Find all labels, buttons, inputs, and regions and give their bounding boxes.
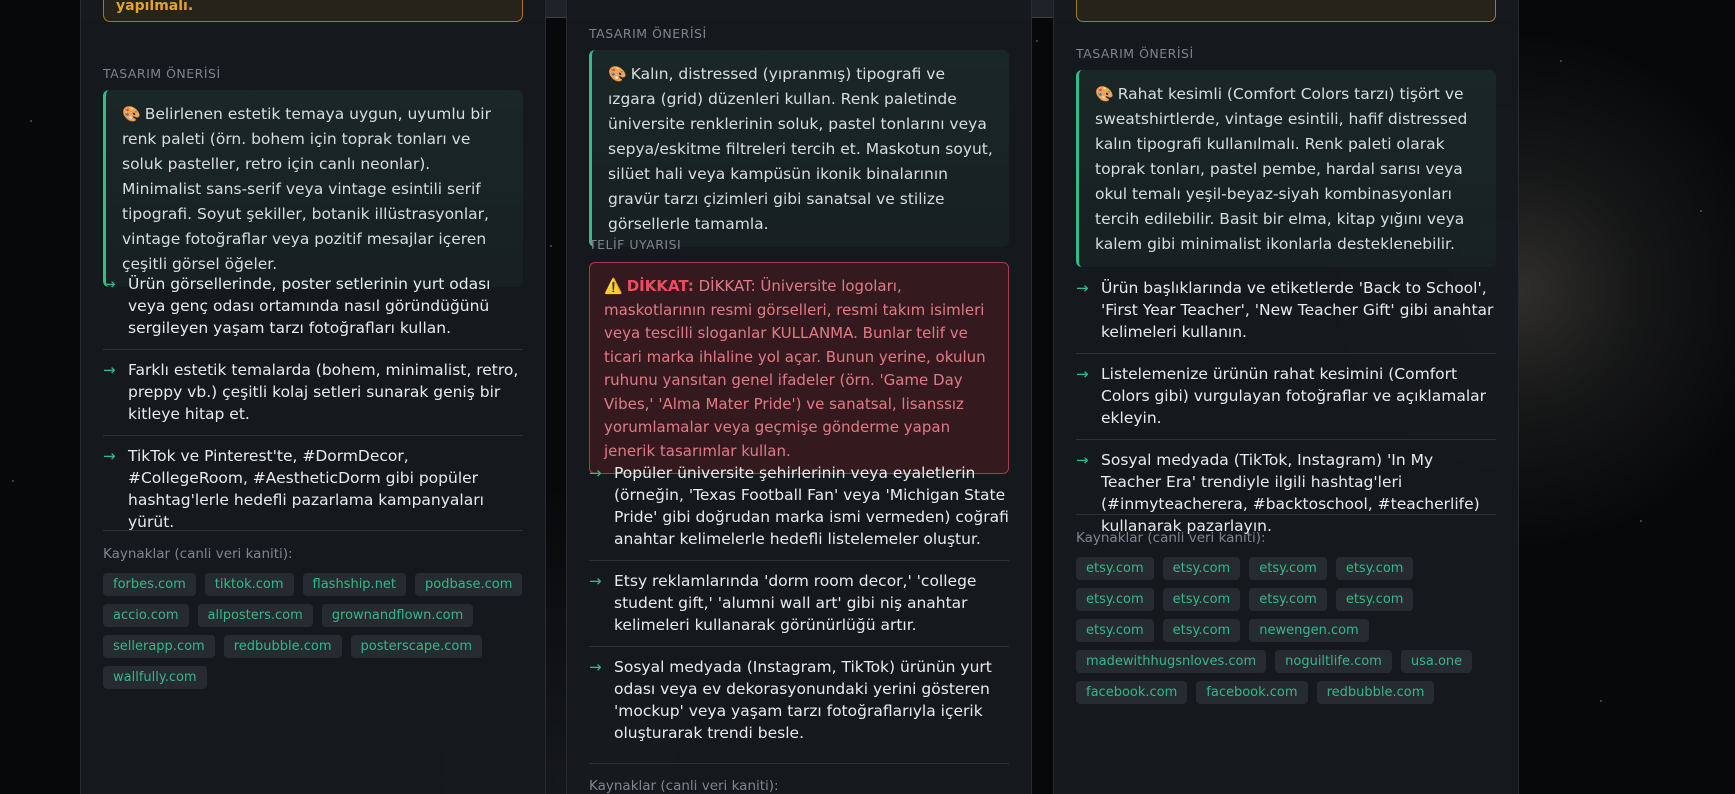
design-suggestion-box: 🎨 Rahat kesimli (Comfort Colors tarzı) ti…: [1076, 70, 1496, 267]
design-suggestion-text: Rahat kesimli (Comfort Colors tarzı) tiş…: [1095, 85, 1468, 253]
palette-icon: 🎨: [608, 65, 627, 83]
source-chip[interactable]: noguiltlife.com: [1275, 650, 1392, 673]
source-chip[interactable]: madewithhugsnloves.com: [1076, 650, 1267, 673]
strategy-list: → Popüler üniversite şehirlerinin veya ey…: [589, 453, 1009, 754]
source-chip[interactable]: redbubble.com: [1316, 681, 1435, 704]
warning-box-tail: yapılmalı.: [103, 0, 523, 22]
copyright-section-label: TELİF UYARISI: [589, 237, 682, 252]
source-chip[interactable]: etsy.com: [1335, 557, 1414, 580]
divider: [103, 530, 523, 531]
divider: [1076, 514, 1496, 515]
copyright-warning-text: DİKKAT: Üniversite logoları, maskotların…: [604, 277, 986, 460]
sources-label: Kaynaklar (canli veri kaniti):: [1076, 530, 1266, 546]
list-item: → Sosyal medyada (Instagram, TikTok) ürün…: [589, 658, 992, 742]
sources-label: Kaynaklar (canli veri kaniti):: [589, 778, 779, 794]
design-suggestion-box: 🎨 Kalın, distressed (yıpranmış) tipografi…: [589, 50, 1009, 247]
source-chip[interactable]: etsy.com: [1076, 557, 1154, 580]
arrow-right-icon: →: [589, 464, 602, 482]
source-chip[interactable]: posterscape.com: [350, 635, 482, 658]
list-item: → Ürün görsellerinde, poster setlerinin y…: [103, 264, 523, 350]
list-item: → Farklı estetik temalarda (bohem, minima…: [103, 350, 523, 436]
strategy-list: → Ürün görsellerinde, poster setlerinin y…: [103, 264, 523, 543]
source-chip[interactable]: accio.com: [103, 604, 189, 627]
list-item: → Popüler üniversite şehirlerinin veya ey…: [589, 453, 1009, 561]
divider: [589, 763, 1009, 764]
sources-label: Kaynaklar (canli veri kaniti):: [103, 546, 293, 562]
source-chip[interactable]: etsy.com: [1162, 557, 1241, 580]
arrow-right-icon: →: [103, 447, 116, 465]
source-chip[interactable]: grownandflown.com: [321, 604, 474, 627]
source-chip[interactable]: etsy.com: [1249, 588, 1327, 611]
design-section-label: TASARIM ÖNERİSİ: [589, 26, 707, 41]
source-chip[interactable]: sellerapp.com: [103, 635, 215, 658]
arrow-right-icon: →: [589, 658, 602, 676]
source-chip[interactable]: podbase.com: [415, 573, 523, 596]
arrow-right-icon: →: [1076, 365, 1089, 383]
source-chip[interactable]: etsy.com: [1162, 619, 1241, 642]
design-section-label: TASARIM ÖNERİSİ: [103, 66, 221, 81]
list-item: → Etsy reklamlarında 'dorm room decor,' '…: [589, 561, 1009, 647]
copyright-warning-box: ⚠️ DİKKAT: DİKKAT: Üniversite logoları, m…: [589, 262, 1009, 474]
list-item: → TikTok ve Pinterest'te, #DormDecor, #Co…: [103, 447, 484, 531]
palette-icon: 🎨: [122, 105, 141, 123]
warning-tail-text: yapılmalı.: [116, 0, 194, 14]
arrow-right-icon: →: [103, 361, 116, 379]
source-chip[interactable]: etsy.com: [1076, 619, 1154, 642]
list-item: → Ürün başlıklarında ve etiketlerde 'Back…: [1076, 268, 1496, 354]
source-chip[interactable]: redbubble.com: [223, 635, 342, 658]
card-column-1: yapılmalı. TASARIM ÖNERİSİ 🎨 Belirlenen e…: [80, 0, 546, 794]
warning-title: DİKKAT:: [626, 277, 694, 295]
arrow-right-icon: →: [1076, 451, 1089, 469]
design-suggestion-box: 🎨 Belirlenen estetik temaya uygun, uyumlu…: [103, 90, 523, 287]
source-chip[interactable]: etsy.com: [1076, 588, 1154, 611]
arrow-right-icon: →: [1076, 279, 1089, 297]
design-suggestion-text: Belirlenen estetik temaya uygun, uyumlu …: [122, 105, 491, 273]
source-chip[interactable]: etsy.com: [1335, 588, 1414, 611]
arrow-right-icon: →: [589, 572, 602, 590]
warning-icon: ⚠️: [604, 277, 623, 295]
source-chip[interactable]: flashship.net: [302, 573, 407, 596]
card-column-2: TASARIM ÖNERİSİ 🎨 Kalın, distressed (yıpr…: [566, 0, 1032, 794]
palette-icon: 🎨: [1095, 85, 1114, 103]
source-chip[interactable]: forbes.com: [103, 573, 196, 596]
design-section-label: TASARIM ÖNERİSİ: [1076, 46, 1194, 61]
source-chip[interactable]: usa.one: [1400, 650, 1473, 673]
source-chip[interactable]: allposters.com: [197, 604, 313, 627]
list-item: → Listelemenize ürünün rahat kesimini (Co…: [1076, 354, 1496, 440]
card-column-3: TASARIM ÖNERİSİ 🎨 Rahat kesimli (Comfort …: [1053, 0, 1519, 794]
source-chip[interactable]: facebook.com: [1196, 681, 1308, 704]
source-chip[interactable]: tiktok.com: [204, 573, 294, 596]
source-chip-list: forbes.com tiktok.com flashship.net podb…: [103, 573, 523, 689]
source-chip-list: etsy.com etsy.com etsy.com etsy.com etsy…: [1076, 557, 1496, 704]
warning-box-tail: [1076, 0, 1496, 22]
source-chip[interactable]: facebook.com: [1076, 681, 1188, 704]
arrow-right-icon: →: [103, 275, 116, 293]
strategy-list: → Ürün başlıklarında ve etiketlerde 'Back…: [1076, 268, 1496, 547]
source-chip[interactable]: newengen.com: [1249, 619, 1369, 642]
design-suggestion-text: Kalın, distressed (yıpranmış) tipografi …: [608, 65, 993, 233]
source-chip[interactable]: etsy.com: [1249, 557, 1327, 580]
source-chip[interactable]: wallfully.com: [103, 666, 207, 689]
source-chip[interactable]: etsy.com: [1162, 588, 1241, 611]
